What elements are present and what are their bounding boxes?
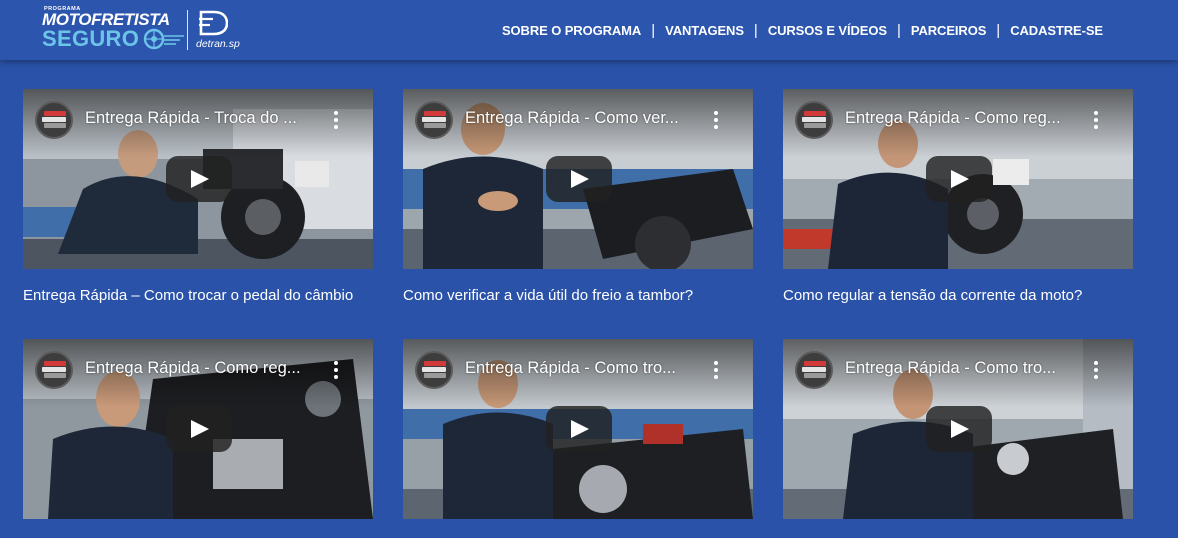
nav-separator: | xyxy=(896,21,901,39)
video-card: Entrega Rápida - Como tro... xyxy=(783,339,1133,519)
video-card: Entrega Rápida - Como reg... xyxy=(23,339,373,519)
logo-divider xyxy=(187,10,188,50)
video-player[interactable]: Entrega Rápida - Como ver... xyxy=(403,89,753,269)
play-icon xyxy=(571,170,589,188)
video-title[interactable]: Entrega Rápida - Como tro... xyxy=(465,359,697,378)
play-button[interactable] xyxy=(166,406,232,452)
play-button[interactable] xyxy=(546,406,612,452)
logo-name-line2: SEGURO xyxy=(42,26,140,51)
book-stack-icon xyxy=(422,111,446,128)
play-icon xyxy=(191,420,209,438)
video-caption[interactable]: Entrega Rápida – Como trocar o pedal do … xyxy=(23,287,373,304)
more-options-icon[interactable] xyxy=(707,359,725,381)
video-title[interactable]: Entrega Rápida - Como reg... xyxy=(85,359,317,378)
channel-avatar[interactable] xyxy=(415,351,453,389)
video-player[interactable]: Entrega Rápida - Como tro... xyxy=(403,339,753,519)
nav-separator: | xyxy=(651,21,656,39)
nav-link-vantagens[interactable]: VANTAGENS xyxy=(665,23,744,38)
video-card: Entrega Rápida - Como reg... Como regula… xyxy=(783,89,1133,304)
program-logo[interactable]: PROGRAMA MOTOFRETISTA SEGURO detran.sp xyxy=(42,6,247,54)
video-caption[interactable]: Como verificar a vida útil do freio a ta… xyxy=(403,287,753,304)
book-stack-icon xyxy=(42,111,66,128)
video-card: Entrega Rápida - Como ver... Como verifi… xyxy=(403,89,753,304)
play-button[interactable] xyxy=(166,156,232,202)
play-icon xyxy=(191,170,209,188)
more-options-icon[interactable] xyxy=(327,109,345,131)
play-button[interactable] xyxy=(926,406,992,452)
detran-logo-icon xyxy=(199,10,228,36)
nav-link-cursos-e-videos[interactable]: CURSOS E VÍDEOS xyxy=(768,23,887,38)
video-card: Entrega Rápida - Troca do ... Entrega Rá… xyxy=(23,89,373,304)
video-player[interactable]: Entrega Rápida - Como reg... xyxy=(783,89,1133,269)
play-button[interactable] xyxy=(926,156,992,202)
video-title[interactable]: Entrega Rápida - Troca do ... xyxy=(85,109,317,128)
video-title[interactable]: Entrega Rápida - Como ver... xyxy=(465,109,697,128)
video-player[interactable]: Entrega Rápida - Como tro... xyxy=(783,339,1133,519)
more-options-icon[interactable] xyxy=(707,109,725,131)
wheel-icon xyxy=(143,28,184,50)
main-nav: SOBRE O PROGRAMA | VANTAGENS | CURSOS E … xyxy=(502,20,1103,40)
book-stack-icon xyxy=(422,361,446,378)
channel-avatar[interactable] xyxy=(35,351,73,389)
video-card: Entrega Rápida - Como tro... xyxy=(403,339,753,519)
channel-avatar[interactable] xyxy=(795,351,833,389)
video-player[interactable]: Entrega Rápida - Como reg... xyxy=(23,339,373,519)
book-stack-icon xyxy=(802,111,826,128)
nav-link-sobre-o-programa[interactable]: SOBRE O PROGRAMA xyxy=(502,23,641,38)
video-title[interactable]: Entrega Rápida - Como reg... xyxy=(845,109,1077,128)
more-options-icon[interactable] xyxy=(1087,359,1105,381)
play-icon xyxy=(951,420,969,438)
nav-link-cadastre-se[interactable]: CADASTRE-SE xyxy=(1010,23,1103,38)
more-options-icon[interactable] xyxy=(1087,109,1105,131)
play-icon xyxy=(571,420,589,438)
channel-avatar[interactable] xyxy=(35,101,73,139)
partner-name: detran.sp xyxy=(196,38,240,50)
site-header: PROGRAMA MOTOFRETISTA SEGURO detran.sp S… xyxy=(0,0,1178,60)
book-stack-icon xyxy=(802,361,826,378)
nav-separator: | xyxy=(753,21,758,39)
play-button[interactable] xyxy=(546,156,612,202)
nav-separator: | xyxy=(996,21,1001,39)
more-options-icon[interactable] xyxy=(327,359,345,381)
play-icon xyxy=(951,170,969,188)
video-player[interactable]: Entrega Rápida - Troca do ... xyxy=(23,89,373,269)
video-caption[interactable]: Como regular a tensão da corrente da mot… xyxy=(783,287,1133,304)
video-title[interactable]: Entrega Rápida - Como tro... xyxy=(845,359,1077,378)
book-stack-icon xyxy=(42,361,66,378)
nav-link-parceiros[interactable]: PARCEIROS xyxy=(911,23,987,38)
channel-avatar[interactable] xyxy=(795,101,833,139)
channel-avatar[interactable] xyxy=(415,101,453,139)
